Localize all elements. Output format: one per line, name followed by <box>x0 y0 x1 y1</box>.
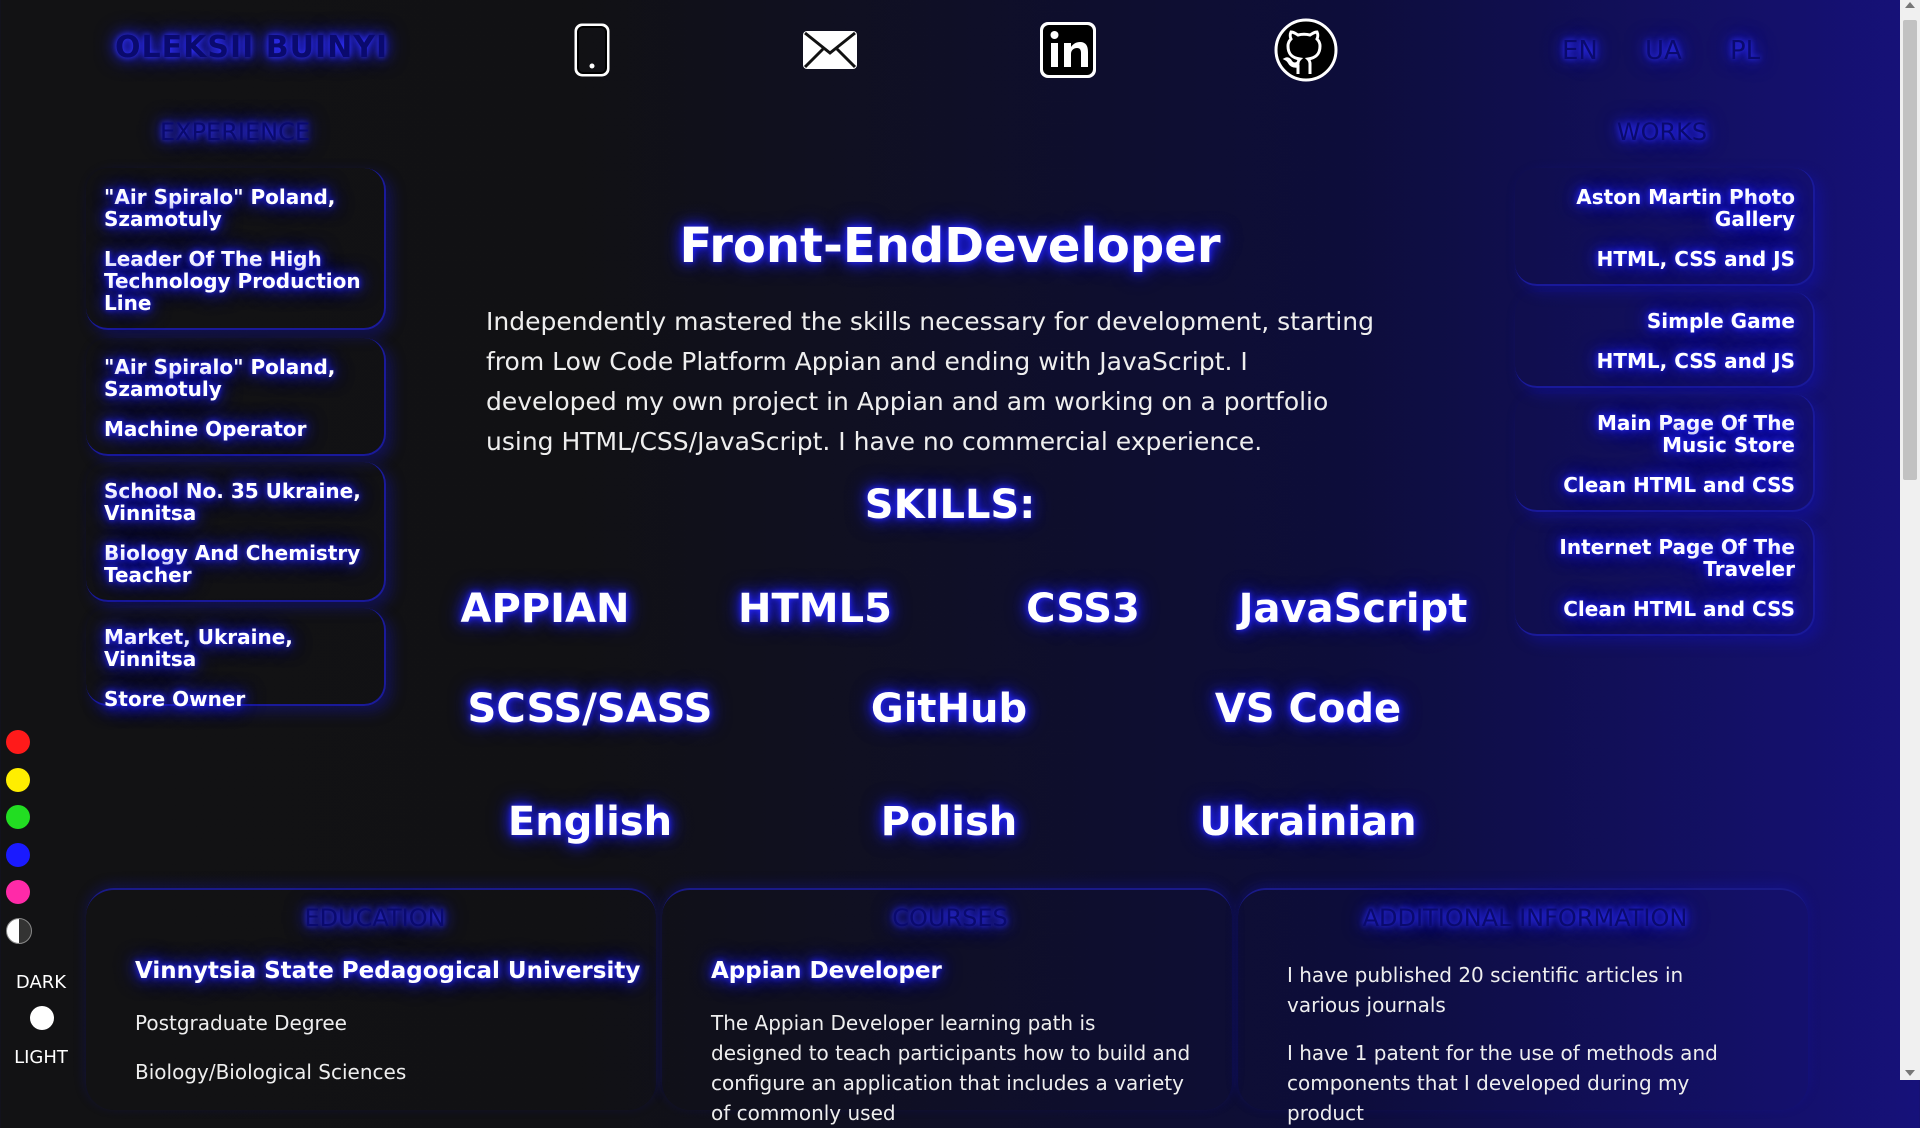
skill-item: JavaScript <box>1238 586 1468 632</box>
experience-place: School No. 35 Ukraine, Vinnitsa <box>104 479 361 525</box>
work-name[interactable]: Main Page Of The Music Store <box>1533 412 1795 456</box>
scroll-up-arrow[interactable] <box>1905 2 1915 8</box>
experience-card: School No. 35 Ukraine, Vinnitsa Biology … <box>86 462 386 602</box>
experience-place: Market, Ukraine, Vinnitsa <box>104 625 293 671</box>
dark-mode-label: DARK <box>15 972 67 993</box>
contrast-icon[interactable] <box>6 918 32 944</box>
page-scrollbar[interactable] <box>1900 0 1920 1080</box>
skill-item: APPIAN <box>460 586 630 632</box>
experience-card: Market, Ukraine, Vinnitsa Store Owner <box>86 608 386 710</box>
skill-item: VS Code <box>1214 686 1402 732</box>
skills-title: SKILLS: <box>864 482 1036 528</box>
additional-text: I have 1 patent for the use of methods a… <box>1287 1041 1718 1125</box>
experience-title: EXPERIENCE <box>159 118 311 146</box>
education-field: Biology/Biological Sciences <box>135 1060 407 1084</box>
experience-card: "Air Spiralo" Poland, Szamotuly Machine … <box>86 338 386 456</box>
work-name[interactable]: Aston Martin Photo Gallery <box>1533 186 1795 230</box>
phone-icon[interactable] <box>560 18 624 82</box>
site-logo[interactable]: OLEKSII BUINYI <box>115 30 388 65</box>
experience-role: Machine Operator <box>104 417 307 441</box>
skill-item: Polish <box>880 799 1018 845</box>
work-tech: HTML, CSS and JS <box>1596 349 1795 373</box>
work-card[interactable]: Simple Game HTML, CSS and JS <box>1515 292 1815 388</box>
work-tech: Clean HTML and CSS <box>1563 597 1795 621</box>
experience-card: "Air Spiralo" Poland, Szamotuly Leader O… <box>86 168 386 330</box>
skill-item: SCSS/SASS <box>467 686 713 732</box>
work-tech: Clean HTML and CSS <box>1563 473 1795 497</box>
work-card[interactable]: Aston Martin Photo Gallery HTML, CSS and… <box>1515 168 1815 286</box>
color-red-swatch[interactable] <box>6 730 30 754</box>
experience-place: "Air Spiralo" Poland, Szamotuly <box>104 185 336 231</box>
theme-toggle[interactable] <box>30 1006 54 1030</box>
additional-text: I have published 20 scientific articles … <box>1287 963 1684 1017</box>
work-name[interactable]: Simple Game <box>1533 310 1795 332</box>
color-blue-swatch[interactable] <box>6 843 30 867</box>
work-card[interactable]: Main Page Of The Music Store Clean HTML … <box>1515 394 1815 512</box>
linkedin-icon[interactable] <box>1036 18 1100 82</box>
skill-item: CSS3 <box>1026 586 1140 632</box>
mail-icon[interactable] <box>798 18 862 82</box>
github-icon[interactable] <box>1274 18 1338 82</box>
work-tech: HTML, CSS and JS <box>1596 247 1795 271</box>
skill-item: English <box>507 799 673 845</box>
work-card[interactable]: Internet Page Of The Traveler Clean HTML… <box>1515 518 1815 636</box>
education-school: Vinnytsia State Pedagogical University <box>135 958 641 984</box>
course-description: The Appian Developer learning path is de… <box>711 1011 1191 1125</box>
work-name[interactable]: Internet Page Of The Traveler <box>1533 536 1795 580</box>
experience-role: Biology And Chemistry Teacher <box>104 541 361 587</box>
light-mode-label: LIGHT <box>14 1047 68 1068</box>
page-title: Front-EndDeveloper <box>679 218 1221 274</box>
skill-item: HTML5 <box>738 586 892 632</box>
education-degree: Postgraduate Degree <box>135 1011 347 1035</box>
course-name: Appian Developer <box>711 958 942 984</box>
lang-en[interactable]: EN <box>1562 36 1598 66</box>
color-green-swatch[interactable] <box>6 805 30 829</box>
color-pink-swatch[interactable] <box>6 880 30 904</box>
experience-role: Leader Of The High Technology Production… <box>104 247 361 315</box>
lang-ua[interactable]: UA <box>1645 36 1682 66</box>
education-title: EDUCATION <box>304 904 446 932</box>
scroll-down-arrow[interactable] <box>1905 1070 1915 1076</box>
scrollbar-thumb[interactable] <box>1903 20 1917 480</box>
courses-title: COURSES <box>892 904 1008 932</box>
experience-role: Store Owner <box>104 687 246 711</box>
experience-place: "Air Spiralo" Poland, Szamotuly <box>104 355 336 401</box>
additional-title: ADDITIONAL INFORMATION <box>1362 904 1688 932</box>
skill-item: Ukrainian <box>1199 799 1417 845</box>
lang-pl[interactable]: PL <box>1730 36 1760 66</box>
color-yellow-swatch[interactable] <box>6 768 30 792</box>
skill-item: GitHub <box>870 686 1028 732</box>
about-text: Independently mastered the skills necess… <box>486 307 1375 456</box>
works-title: WORKS <box>1616 118 1708 146</box>
